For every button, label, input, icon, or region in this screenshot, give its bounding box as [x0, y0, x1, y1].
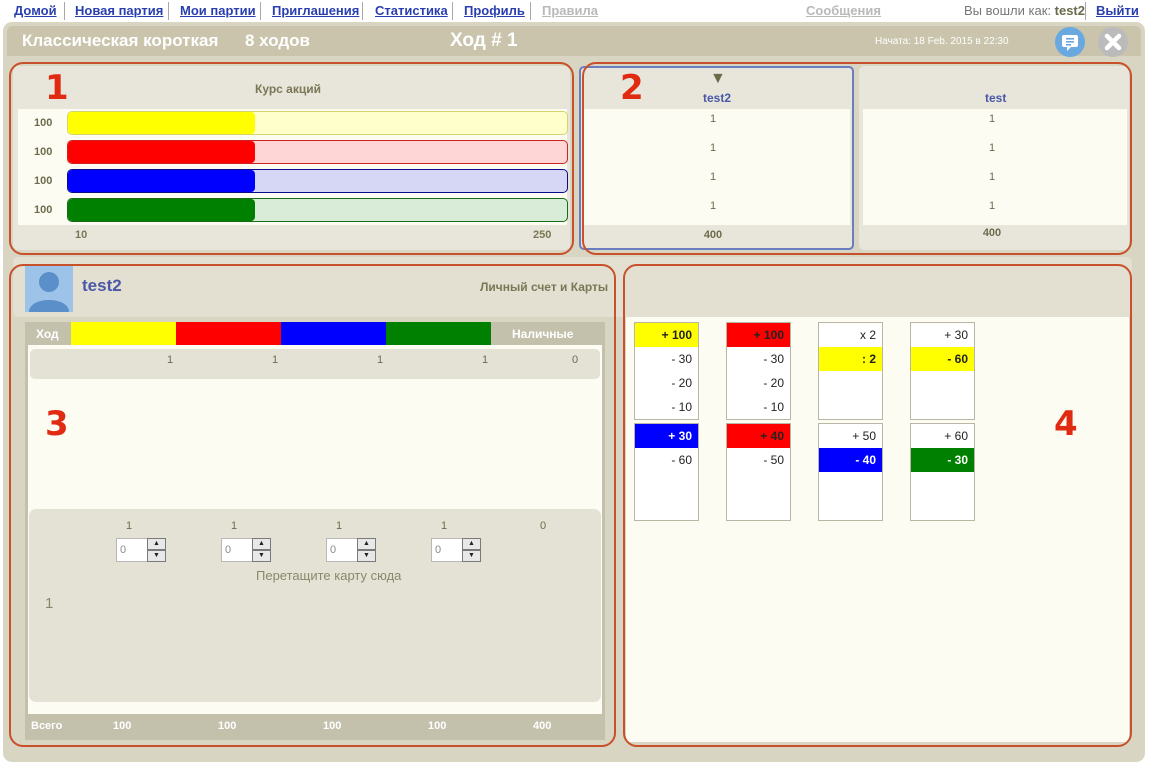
- nav-separator: [362, 2, 363, 20]
- top-navigation: Домой Новая партия Мои партии Приглашени…: [0, 0, 1150, 22]
- game-title: Классическая короткая: [22, 31, 219, 50]
- current-turn-label: Ход # 1: [450, 30, 518, 51]
- game-title-bar: Классическая короткая 8 ходов Ход # 1 На…: [7, 26, 1141, 57]
- chat-icon: [1062, 35, 1078, 51]
- nav-invitations-link[interactable]: Приглашения: [272, 3, 359, 18]
- nav-separator: [260, 2, 261, 20]
- nav-profile-link[interactable]: Профиль: [464, 3, 525, 18]
- nav-separator: [1085, 2, 1086, 20]
- login-username: test2: [1054, 3, 1085, 18]
- nav-separator: [64, 2, 65, 20]
- nav-separator: [452, 2, 453, 20]
- annotation-outline-3: [9, 264, 616, 747]
- nav-new-game-link[interactable]: Новая партия: [75, 3, 163, 18]
- nav-my-games-link[interactable]: Мои партии: [180, 3, 256, 18]
- nav-rules-link[interactable]: Правила: [542, 3, 598, 18]
- nav-home-link[interactable]: Домой: [14, 3, 57, 18]
- nav-messages-link[interactable]: Сообщения: [806, 3, 881, 18]
- annotation-outline-1: [9, 62, 574, 255]
- annotation-outline-2: [582, 62, 1132, 255]
- game-turn-count: 8 ходов: [245, 31, 310, 50]
- close-icon: [1104, 33, 1122, 51]
- login-info: Вы вошли как: test2: [964, 3, 1085, 18]
- nav-separator: [530, 2, 531, 20]
- logout-link[interactable]: Выйти: [1096, 3, 1139, 18]
- login-prefix: Вы вошли как:: [964, 3, 1052, 18]
- chat-button[interactable]: [1055, 27, 1085, 57]
- annotation-outline-4: [623, 264, 1132, 747]
- annotation-label-4: 4: [1054, 404, 1078, 444]
- game-start-time: Начата: 18 Feb. 2015 в 22:30: [875, 36, 1009, 47]
- annotation-label-1: 1: [45, 68, 69, 108]
- nav-statistics-link[interactable]: Статистика: [375, 3, 448, 18]
- annotation-label-2: 2: [620, 68, 644, 108]
- close-button[interactable]: [1098, 27, 1128, 57]
- nav-separator: [168, 2, 169, 20]
- annotation-label-3: 3: [45, 404, 69, 444]
